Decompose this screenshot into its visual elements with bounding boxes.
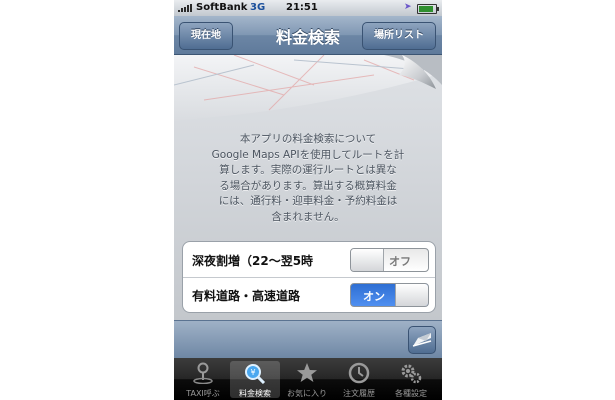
navigation-bar: 現在地 料金検索 場所リスト [174,16,442,55]
tab-order-history[interactable]: 注文履歴 [334,361,384,398]
late-night-surcharge-label: 深夜割増（22〜翌5時 [192,254,314,268]
tab-settings[interactable]: 各種設定 [386,361,436,398]
late-night-surcharge-toggle[interactable]: オフ [350,248,429,272]
page-curl-map-graphic [174,55,442,121]
star-icon [297,363,317,382]
notice-line: る場合があります。算出する概算料金 [219,179,397,192]
toggle-knob [351,249,384,271]
toggle-knob [395,284,428,306]
page-curl-icon [412,333,432,347]
notice-line: 算します。実際の運行ルートとは異な [219,164,397,176]
toggle-state-text: オン [363,290,385,303]
taxi-pin-icon [193,362,213,384]
tab-label: 各種設定 [395,389,427,398]
bottom-toolbar [174,320,442,359]
signal-icon [178,4,192,12]
toll-road-row: 有料道路・高速道路 オン [183,277,435,312]
tab-fare-search[interactable]: ¥ 料金検索 [230,361,280,398]
clock: 21:51 [286,2,318,13]
phone-screen: SoftBank 3G 21:51 ➤ 現在地 料金検索 場所リスト 本アプリの… [174,0,442,400]
toggle-state-text: オフ [389,255,411,268]
clock-icon [348,362,370,384]
toll-road-toggle[interactable]: オン [350,283,429,307]
notice-line: には、通行料・迎車料金・予約料金は [218,195,398,207]
status-bar: SoftBank 3G 21:51 ➤ [174,0,442,16]
fare-search-notice: 本アプリの料金検索について Google Maps APIを使用してルートを計 … [188,132,428,225]
svg-text:¥: ¥ [250,368,255,377]
tab-bar: TAXI呼ぶ ¥ 料金検索 お気に入り 注文履歴 各種設定 [174,358,442,400]
location-arrow-icon: ➤ [404,2,412,12]
toll-road-label: 有料道路・高速道路 [192,289,301,303]
notice-line: 本アプリの料金検索について [239,133,377,145]
fare-search-icon: ¥ [245,364,266,384]
settings-group: 深夜割増（22〜翌5時 オフ 有料道路・高速道路 オン [182,241,436,313]
network-type: 3G [250,2,266,13]
carrier-name: SoftBank [196,2,248,13]
tab-favorites[interactable]: お気に入り [282,361,332,398]
notice-line: 含まれません。 [271,210,345,223]
tab-label: お気に入り [287,389,327,398]
notice-line: Google Maps APIを使用してルートを計 [211,148,405,161]
tab-label: 注文履歴 [343,389,375,398]
tab-label: TAXI呼ぶ [186,389,220,398]
place-list-button[interactable]: 場所リスト [362,22,436,50]
content-area: 本アプリの料金検索について Google Maps APIを使用してルートを計 … [174,55,442,320]
gears-icon [401,364,422,384]
battery-icon [417,4,439,14]
late-night-surcharge-row: 深夜割増（22〜翌5時 オフ [183,242,435,278]
tab-taxi-call[interactable]: TAXI呼ぶ [178,361,228,398]
page-curl-button[interactable] [408,326,436,354]
tab-label: 料金検索 [239,389,271,398]
